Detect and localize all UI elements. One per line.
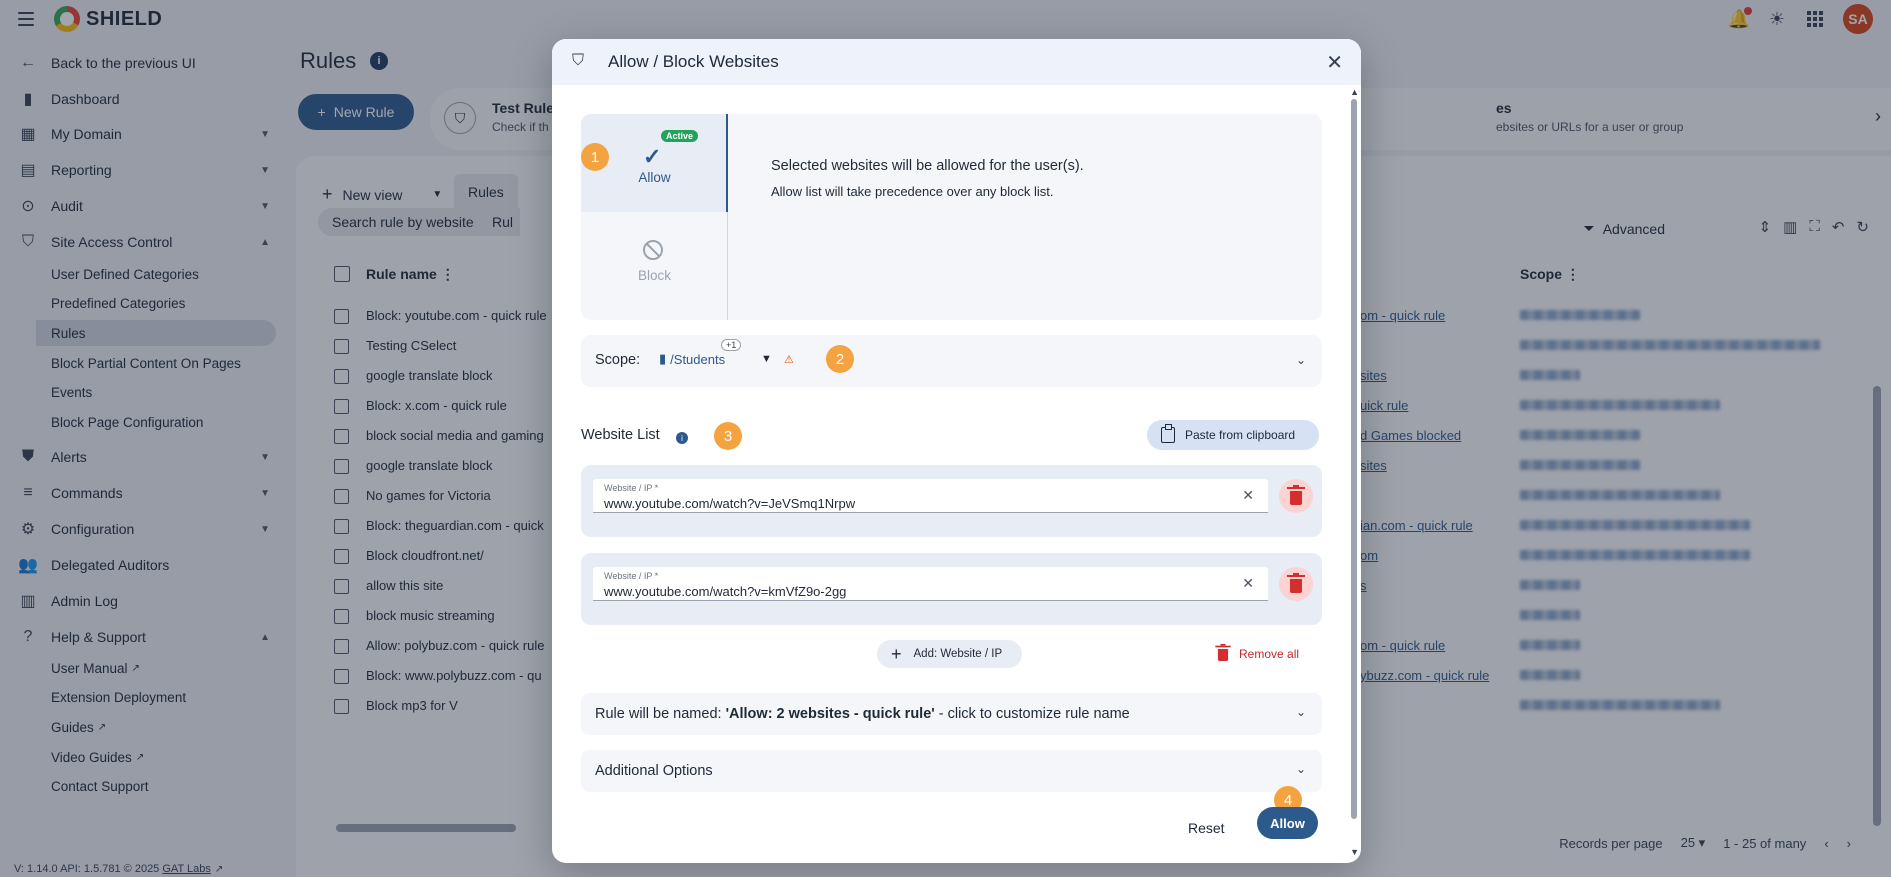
rule-name-text: Rule will be named: 'Allow: 2 websites -… <box>595 706 1130 722</box>
check-icon: ✓ <box>643 144 662 169</box>
scope-section[interactable]: Scope: ▮/Students +1 ▼ ⚠ ⌄ <box>581 335 1322 387</box>
rule-name-section[interactable]: Rule will be named: 'Allow: 2 websites -… <box>581 693 1322 735</box>
website-input[interactable]: Website / IP * www.youtube.com/watch?v=J… <box>593 479 1268 513</box>
website-entry: Website / IP * www.youtube.com/watch?v=k… <box>581 553 1322 625</box>
additional-options-label: Additional Options <box>595 763 713 779</box>
paste-label: Paste from clipboard <box>1185 428 1296 442</box>
block-icon <box>643 240 663 260</box>
scroll-up-icon[interactable]: ▲ <box>1350 87 1359 97</box>
website-input-label: Website / IP * <box>604 483 659 493</box>
caret-down-icon[interactable]: ▼ <box>761 353 772 365</box>
rule-name-prefix: Rule will be named: <box>595 706 726 722</box>
active-badge: Active <box>661 130 699 142</box>
scope-value: /Students <box>670 351 726 367</box>
dialog-scrollbar[interactable] <box>1351 99 1357 819</box>
allow-precedence-note: Allow list will take precedence over any… <box>771 184 1054 199</box>
rule-name-suffix: - click to customize rule name <box>934 706 1130 722</box>
app-root: SHIELD 🔔 ☀ SA ← Back to the previous UI … <box>0 0 1891 877</box>
shield-icon: ⛉ <box>572 52 585 69</box>
trash-icon <box>1215 643 1231 661</box>
clear-icon[interactable]: ✕ <box>1242 575 1254 592</box>
scope-extra-count[interactable]: +1 <box>721 339 742 351</box>
chevron-down-icon[interactable]: ⌄ <box>1296 705 1306 719</box>
chevron-down-icon[interactable]: ⌄ <box>1296 762 1306 776</box>
website-input-value: www.youtube.com/watch?v=kmVfZ9o-2gg <box>604 584 847 599</box>
delete-entry-button[interactable] <box>1279 479 1313 513</box>
info-icon[interactable]: i <box>676 432 688 444</box>
add-website-label: Add: Website / IP <box>913 648 1003 660</box>
step-marker-1: 1 <box>581 143 609 171</box>
allow-block-dialog: ⛉ Allow / Block Websites ✕ ▲ ▼ Active ✓ … <box>552 39 1361 863</box>
reset-button[interactable]: Reset <box>1188 820 1225 836</box>
dialog-title: Allow / Block Websites <box>608 52 779 71</box>
website-input-label: Website / IP * <box>604 571 659 581</box>
scope-label: Scope: <box>595 352 641 368</box>
trash-icon <box>1287 484 1305 505</box>
website-input[interactable]: Website / IP * www.youtube.com/watch?v=k… <box>593 567 1268 601</box>
scroll-down-icon[interactable]: ▼ <box>1350 847 1359 857</box>
action-selector: Active ✓ Allow Block Selected websites w… <box>581 114 1322 320</box>
close-icon[interactable]: ✕ <box>1326 50 1343 75</box>
website-list-title: Website List <box>581 427 660 443</box>
additional-options-section[interactable]: Additional Options ⌄ <box>581 750 1322 792</box>
website-input-value: www.youtube.com/watch?v=JeVSmq1Nrpw <box>604 496 856 511</box>
scope-chip[interactable]: ▮/Students <box>659 351 725 367</box>
paste-from-clipboard-button[interactable]: Paste from clipboard <box>1147 420 1319 450</box>
step-marker-3: 3 <box>714 422 742 450</box>
website-entry: Website / IP * www.youtube.com/watch?v=J… <box>581 465 1322 537</box>
remove-all-label: Remove all <box>1239 646 1300 661</box>
chevron-down-icon[interactable]: ⌄ <box>1296 353 1306 367</box>
block-label: Block <box>637 268 671 283</box>
clear-icon[interactable]: ✕ <box>1242 487 1254 504</box>
warning-icon[interactable]: ⚠ <box>784 353 794 366</box>
allow-description: Selected websites will be allowed for th… <box>771 158 1084 174</box>
block-option[interactable]: Block <box>581 212 728 320</box>
clipboard-icon <box>1161 424 1175 443</box>
rule-name-value: 'Allow: 2 websites - quick rule' <box>725 706 935 722</box>
allow-submit-button[interactable]: Allow <box>1257 807 1318 839</box>
remove-all-button[interactable]: Remove all <box>1215 643 1300 662</box>
step-marker-2: 2 <box>826 345 854 373</box>
add-website-button[interactable]: + Add: Website / IP <box>877 640 1022 668</box>
dialog-header: ⛉ Allow / Block Websites ✕ <box>552 39 1361 85</box>
building-icon: ▮ <box>659 351 667 366</box>
plus-icon: + <box>891 643 902 664</box>
trash-icon <box>1287 572 1305 593</box>
delete-entry-button[interactable] <box>1279 567 1313 601</box>
allow-label: Allow <box>638 170 671 185</box>
